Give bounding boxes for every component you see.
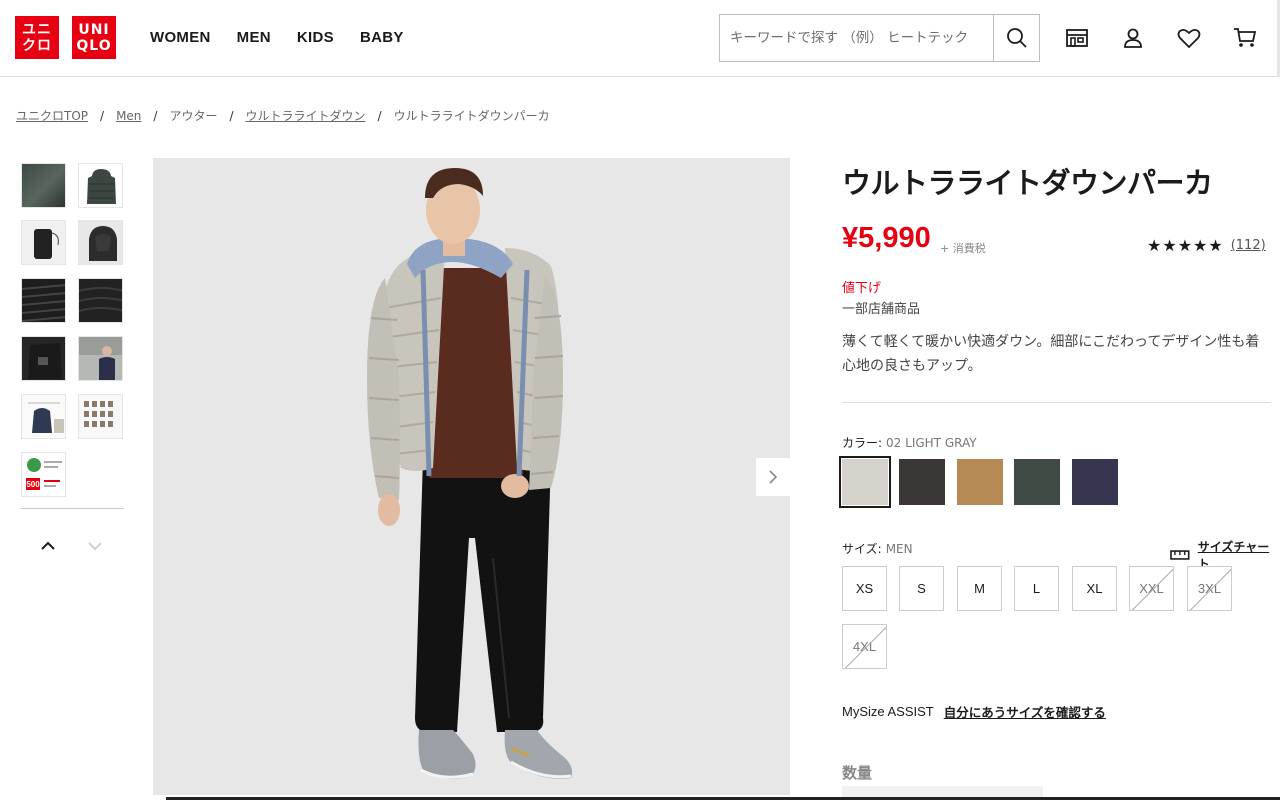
search-button[interactable] xyxy=(993,15,1039,61)
nav-men[interactable]: MEN xyxy=(237,29,271,46)
thumbnail-6[interactable] xyxy=(78,278,123,323)
heart-icon[interactable] xyxy=(1177,24,1201,52)
quantity-label: 数量 xyxy=(842,764,873,782)
rating: ★★★★★ (112) xyxy=(1147,236,1266,255)
thumbnail-up-button[interactable] xyxy=(38,536,58,556)
size-option-label: L xyxy=(1032,581,1041,596)
search-input[interactable] xyxy=(720,15,993,61)
breadcrumb-current: ウルトラライトダウンパーカ xyxy=(393,109,550,123)
breadcrumb-top[interactable]: ユニクロTOP xyxy=(16,107,88,124)
breadcrumb-ultralight[interactable]: ウルトラライトダウン xyxy=(246,107,366,124)
site-header: ユニ クロ UNI QLO WOMEN MEN KIDS BABY xyxy=(0,0,1280,77)
breadcrumb-separator: / xyxy=(377,108,382,123)
thumbnail-11-banner[interactable]: 500 xyxy=(21,452,66,497)
size-option-label: 4XL xyxy=(852,639,877,654)
breadcrumb-separator: / xyxy=(229,108,234,123)
breadcrumb: ユニクロTOP / Men / アウター / ウルトラライトダウン / ウルトラ… xyxy=(16,107,550,124)
color-label: カラー: 02 LIGHT GRAY xyxy=(842,434,977,451)
logo-text-line2: クロ xyxy=(22,37,52,54)
thumbnail-divider xyxy=(21,508,124,509)
breadcrumb-separator: / xyxy=(153,108,158,123)
product-price: ¥5,990 xyxy=(842,222,931,254)
size-option-xl[interactable]: XL xyxy=(1072,566,1117,611)
tax-note: + 消費税 xyxy=(940,242,986,255)
thumbnail-8[interactable] xyxy=(78,336,123,381)
size-option-m[interactable]: M xyxy=(957,566,1002,611)
size-option-label: S xyxy=(917,581,926,596)
main-product-image[interactable] xyxy=(153,158,790,795)
sale-tag: 値下げ xyxy=(842,281,882,296)
color-swatch-green[interactable] xyxy=(1014,459,1060,505)
model-illustration xyxy=(367,168,573,779)
nav-kids[interactable]: KIDS xyxy=(297,29,334,46)
size-label-text: サイズ: xyxy=(842,542,882,556)
mysize-label: MySize ASSIST xyxy=(842,704,934,719)
store-icon[interactable] xyxy=(1065,24,1089,52)
chevron-up-icon xyxy=(41,541,55,550)
nav-baby[interactable]: BABY xyxy=(360,29,404,46)
thumbnail-4[interactable] xyxy=(78,220,123,265)
size-option-label: XXL xyxy=(1139,581,1164,596)
selected-color-value: 02 LIGHT GRAY xyxy=(886,436,977,450)
search-bar xyxy=(719,14,1040,62)
color-label-text: カラー: xyxy=(842,436,883,450)
store-only-note: 一部店舗商品 xyxy=(842,302,921,317)
logo-katakana: ユニ クロ xyxy=(15,16,59,59)
header-icons xyxy=(1065,24,1257,52)
thumbnail-10[interactable] xyxy=(78,394,123,439)
size-option-label: 3XL xyxy=(1197,581,1222,596)
size-option-s[interactable]: S xyxy=(899,566,944,611)
review-count-link[interactable]: (112) xyxy=(1231,238,1266,253)
thumbnail-3[interactable] xyxy=(21,220,66,265)
color-swatch-light-gray[interactable] xyxy=(839,456,891,508)
breadcrumb-separator: / xyxy=(100,108,105,123)
size-option-label: XS xyxy=(855,581,874,596)
size-option-label: M xyxy=(974,581,985,596)
size-option-xs[interactable]: XS xyxy=(842,566,887,611)
banner-text: 500 xyxy=(26,480,40,489)
rating-stars: ★★★★★ xyxy=(1147,236,1224,255)
size-option-3xl[interactable]: 3XL xyxy=(1187,566,1232,611)
thumbnail-5[interactable] xyxy=(21,278,66,323)
chevron-right-icon xyxy=(769,470,778,484)
nav-women[interactable]: WOMEN xyxy=(150,29,211,46)
image-next-button[interactable] xyxy=(756,458,790,496)
product-description: 薄くて軽くて暖かい快適ダウン。細部にこだわってデザイン性も着心地の良さもアップ。 xyxy=(842,334,1260,374)
logo-en-line1: UNI xyxy=(78,21,110,38)
thumbnail-2[interactable] xyxy=(78,163,123,208)
size-option-xxl[interactable]: XXL xyxy=(1129,566,1174,611)
color-swatch-navy[interactable] xyxy=(1072,459,1118,505)
section-divider xyxy=(842,402,1271,403)
mysize-link[interactable]: 自分にあうサイズを確認する xyxy=(944,702,1106,721)
color-swatch-dark-gray[interactable] xyxy=(899,459,945,505)
thumbnail-down-button[interactable] xyxy=(85,536,105,556)
size-option-label: XL xyxy=(1086,581,1103,596)
size-option-4xl[interactable]: 4XL xyxy=(842,624,887,669)
size-option-l[interactable]: L xyxy=(1014,566,1059,611)
main-nav: WOMEN MEN KIDS BABY xyxy=(150,29,404,46)
size-gender-value: MEN xyxy=(885,542,913,556)
breadcrumb-outer: アウター xyxy=(169,109,218,123)
account-icon[interactable] xyxy=(1121,24,1145,52)
logo-en-line2: QLO xyxy=(76,37,112,54)
cart-icon[interactable] xyxy=(1233,24,1257,52)
search-icon xyxy=(1006,28,1027,48)
mysize-assist: MySize ASSIST 自分にあうサイズを確認する xyxy=(842,702,1106,721)
thumbnail-1[interactable] xyxy=(21,163,66,208)
product-title: ウルトラライトダウンパーカ xyxy=(842,166,1213,200)
size-label: サイズ: MEN xyxy=(842,540,913,557)
ruler-icon xyxy=(1170,550,1190,560)
breadcrumb-men[interactable]: Men xyxy=(116,109,141,123)
thumbnail-9[interactable] xyxy=(21,394,66,439)
color-swatch-brown[interactable] xyxy=(957,459,1003,505)
thumbnail-7[interactable] xyxy=(21,336,66,381)
uniqlo-logo[interactable]: ユニ クロ UNI QLO xyxy=(15,16,116,59)
logo-text-line1: ユニ xyxy=(22,21,52,38)
logo-latin: UNI QLO xyxy=(72,16,116,59)
chevron-down-icon xyxy=(88,542,102,551)
